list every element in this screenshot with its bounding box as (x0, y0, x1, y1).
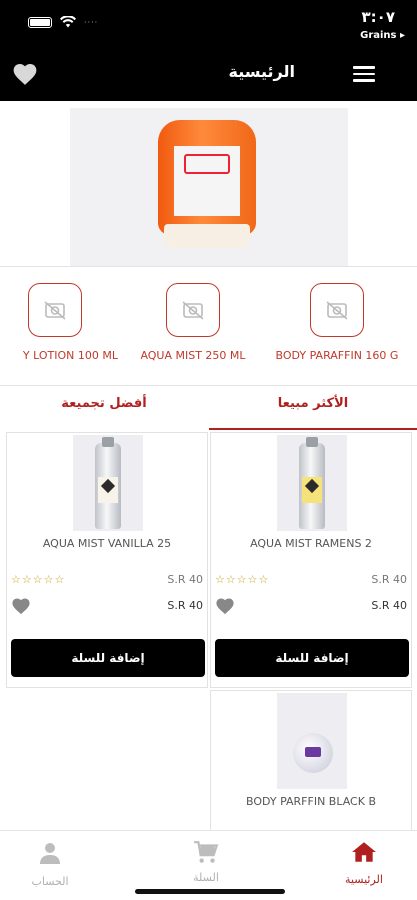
home-icon (352, 842, 376, 862)
category-item[interactable]: AQUA MIST 250 ML (118, 283, 268, 362)
product-card[interactable]: AQUA MIST VANILLA 25 ☆☆☆☆☆ S.R 40 S.R 40… (6, 432, 208, 688)
nav-cart-label: السلة (193, 871, 219, 884)
product-image (73, 435, 143, 531)
nav-account[interactable]: الحساب (0, 841, 100, 888)
no-image-icon (310, 283, 364, 337)
rating-stars: ☆☆☆☆☆ (11, 573, 66, 586)
promo-banner[interactable] (70, 108, 348, 266)
nav-home[interactable]: الرئيسية (314, 841, 414, 886)
product-tabs: الأكثر مبيعا أفضل تجميعة (0, 388, 417, 430)
menu-icon[interactable] (353, 66, 375, 82)
user-icon (40, 843, 60, 864)
category-item[interactable]: BODY PARAFFIN 160 G (262, 283, 412, 362)
product-price: S.R 40 (371, 599, 407, 612)
product-price-old: S.R 40 (167, 573, 203, 586)
status-time: ٣:٠٧ (361, 8, 395, 26)
signal-dots: ···· (84, 17, 99, 27)
product-card[interactable]: AQUA MIST RAMENS 2 ☆☆☆☆☆ S.R 40 S.R 40 إ… (210, 432, 412, 688)
status-icons: ···· (28, 16, 98, 28)
status-bar: ···· ٣:٠٧ Grains ▸ (0, 0, 417, 48)
cart-icon (194, 841, 219, 863)
product-grid: AQUA MIST RAMENS 2 ☆☆☆☆☆ S.R 40 S.R 40 إ… (0, 432, 417, 830)
no-image-icon (28, 283, 82, 337)
favorites-heart-icon[interactable] (12, 62, 38, 86)
nav-home-label: الرئيسية (345, 873, 383, 886)
favorite-heart-icon[interactable] (11, 597, 31, 615)
nav-cart[interactable]: السلة (156, 841, 256, 884)
category-label: AQUA MIST 250 ML (140, 349, 246, 362)
rating-stars: ☆☆☆☆☆ (215, 573, 270, 586)
category-carousel[interactable]: BODY PARAFFIN 160 G AQUA MIST 250 ML Y L… (0, 266, 417, 386)
favorite-heart-icon[interactable] (215, 597, 235, 615)
status-carrier[interactable]: Grains ▸ (360, 30, 405, 41)
page-title: الرئيسية (228, 62, 296, 81)
add-to-cart-button[interactable]: إضافة للسلة (11, 639, 205, 677)
tab-best-sellers[interactable]: الأكثر مبيعا (209, 388, 417, 430)
no-image-icon (166, 283, 220, 337)
wifi-icon (60, 16, 76, 28)
nav-account-label: الحساب (31, 875, 69, 888)
product-name: BODY PARFFIN BLACK B (245, 795, 376, 808)
product-price: S.R 40 (167, 599, 203, 612)
product-card[interactable]: BODY PARFFIN BLACK B (210, 690, 412, 830)
product-price-old: S.R 40 (371, 573, 407, 586)
category-label: BODY PARAFFIN 160 G (275, 349, 399, 362)
product-image (277, 693, 347, 789)
home-indicator (135, 889, 285, 894)
battery-icon (28, 16, 52, 28)
product-image (277, 435, 347, 531)
product-name: AQUA MIST VANILLA 25 (42, 537, 172, 550)
app-header: الرئيسية (0, 48, 417, 101)
category-item[interactable]: Y LOTION 100 ML (0, 283, 118, 362)
add-to-cart-button[interactable]: إضافة للسلة (215, 639, 409, 677)
product-name: AQUA MIST RAMENS 2 (250, 537, 372, 550)
category-label: Y LOTION 100 ML (22, 349, 118, 362)
tab-best-collection[interactable]: أفضل تجميعة (0, 388, 208, 430)
